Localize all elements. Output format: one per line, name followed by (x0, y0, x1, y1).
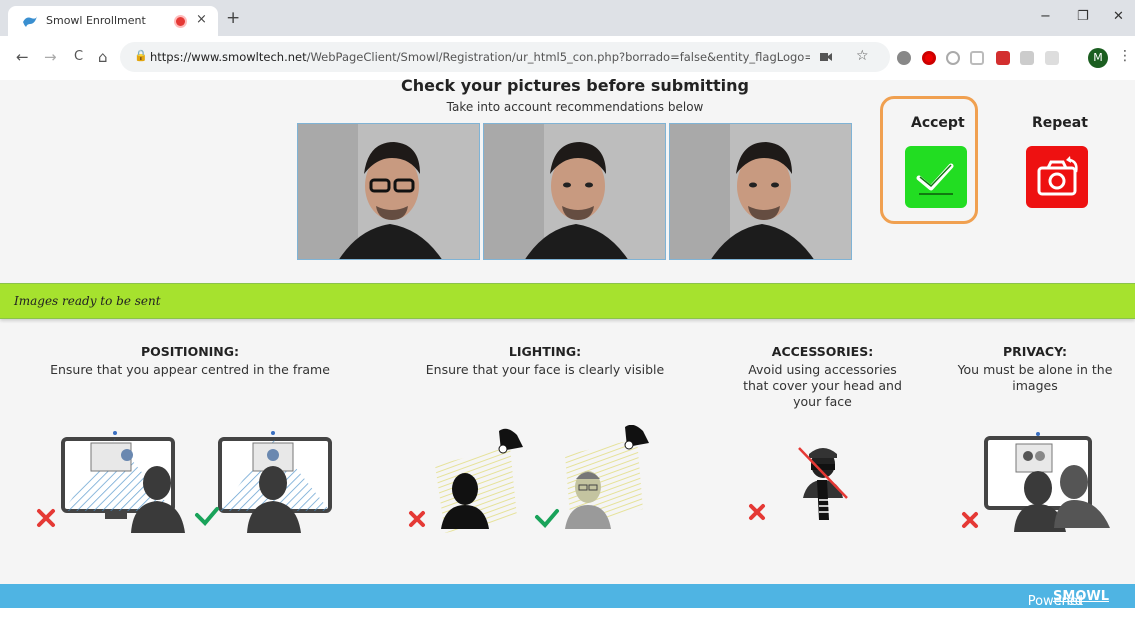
camera-permission-icon[interactable] (820, 52, 832, 62)
tip-title-lighting: LIGHTING: (508, 344, 582, 359)
status-text: Images ready to be sent (14, 294, 161, 308)
restore-button[interactable]: ❐ (1077, 9, 1089, 24)
page-title: Check your pictures before submitting (401, 76, 749, 95)
page-content: Check your pictures before submitting Ta… (0, 76, 1135, 624)
extension-globe-icon[interactable] (897, 51, 911, 65)
check-icon (195, 507, 219, 526)
footer-bar: Powered by SMOWL .net (0, 584, 1135, 624)
captured-photo-2 (483, 123, 666, 260)
profile-avatar[interactable]: M (1088, 48, 1108, 68)
cross-icon (37, 509, 55, 527)
reload-button[interactable]: C (74, 49, 83, 64)
positioning-illustration (37, 431, 332, 533)
address-bar[interactable]: 🔒 https://www.smowltech.net/WebPageClien… (120, 42, 890, 72)
lock-icon: 🔒 (134, 49, 148, 62)
tip-title-positioning: POSITIONING: (140, 344, 240, 359)
smowl-logo-icon (23, 16, 37, 27)
tip-text-lighting: Ensure that your face is clearly visible (425, 362, 665, 377)
camera-retake-icon (1037, 156, 1078, 196)
tip-title-accessories: ACCESSORIES: (771, 344, 874, 359)
privacy-illustration (962, 432, 1110, 532)
menu-icon[interactable]: ⋮ (1118, 48, 1132, 64)
browser-chrome: Smowl Enrollment × + − ❐ ✕ ← → C ⌂ 🔒 htt… (0, 0, 1135, 80)
face-photo-icon (670, 124, 851, 259)
tip-title-privacy: PRIVACY: (1002, 344, 1068, 359)
tab-close-button[interactable]: × (196, 12, 207, 27)
back-button[interactable]: ← (16, 48, 29, 66)
extension-circle-icon[interactable] (946, 51, 960, 65)
bookmark-star-icon[interactable]: ☆ (856, 48, 869, 64)
lighting-illustration (409, 425, 649, 533)
cross-icon (962, 512, 978, 528)
accept-label: Accept (911, 115, 965, 131)
recording-icon (176, 17, 185, 26)
tab-strip: Smowl Enrollment × + − ❐ ✕ (0, 0, 1135, 36)
cross-icon (749, 504, 765, 520)
extension-gray-icon[interactable] (1020, 51, 1034, 65)
new-tab-button[interactable]: + (226, 8, 240, 28)
powered-by-text: Powered by SMOWL .net (1027, 589, 1109, 624)
accessories-illustration (749, 447, 848, 520)
tab-title: Smowl Enrollment (46, 14, 146, 27)
url-text: https://www.smowltech.net/WebPageClient/… (150, 50, 810, 64)
cross-icon (409, 511, 425, 527)
check-icon (916, 163, 954, 195)
browser-tab[interactable]: Smowl Enrollment × (8, 6, 218, 36)
extension-shield-icon[interactable] (996, 51, 1010, 65)
accept-button[interactable] (905, 146, 967, 208)
tip-text-privacy: You must be alone in the images (957, 362, 1113, 393)
face-photo-icon (484, 124, 665, 259)
repeat-label: Repeat (1032, 115, 1088, 131)
forward-button[interactable]: → (44, 48, 57, 66)
tip-text-positioning: Ensure that you appear centred in the fr… (50, 362, 330, 377)
tip-text-accessories: Avoid using accessories that cover your … (743, 362, 902, 409)
minimize-button[interactable]: − (1040, 9, 1051, 24)
extension-cast-icon[interactable] (970, 51, 984, 65)
extension-g-icon[interactable] (1045, 51, 1059, 65)
opera-icon[interactable] (922, 51, 936, 65)
repeat-button[interactable] (1026, 146, 1088, 208)
captured-photo-3 (669, 123, 852, 260)
status-bar: Images ready to be sent (0, 283, 1135, 319)
check-icon (535, 509, 559, 528)
face-photo-icon (298, 124, 479, 259)
captured-photo-1 (297, 123, 480, 260)
close-window-button[interactable]: ✕ (1113, 9, 1124, 24)
home-button[interactable]: ⌂ (98, 48, 108, 66)
browser-toolbar: ← → C ⌂ 🔒 https://www.smowltech.net/WebP… (0, 36, 1135, 80)
